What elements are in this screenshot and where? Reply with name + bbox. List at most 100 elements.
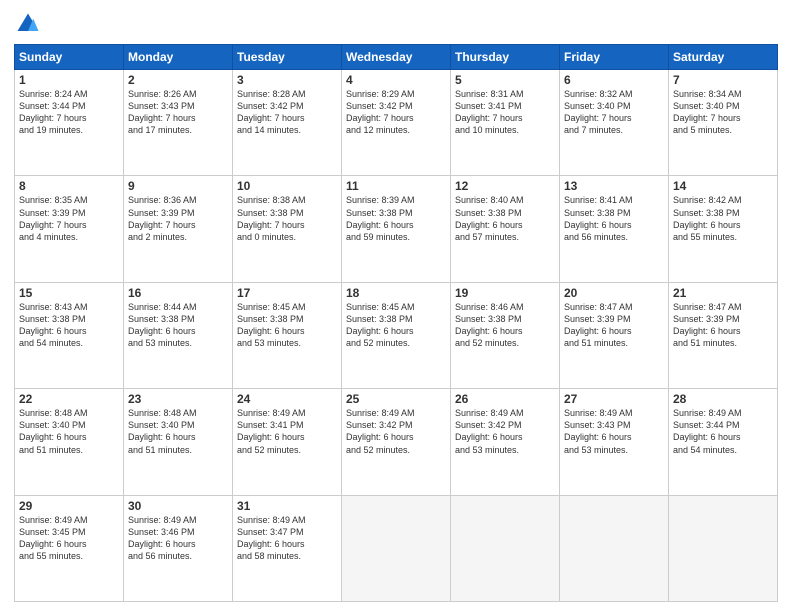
day-info: Sunrise: 8:32 AM Sunset: 3:40 PM Dayligh… xyxy=(564,88,664,137)
weekday-thursday: Thursday xyxy=(451,45,560,70)
week-row-3: 15Sunrise: 8:43 AM Sunset: 3:38 PM Dayli… xyxy=(15,282,778,388)
day-info: Sunrise: 8:41 AM Sunset: 3:38 PM Dayligh… xyxy=(564,194,664,243)
day-number: 10 xyxy=(237,179,337,193)
day-cell xyxy=(451,495,560,601)
day-cell: 18Sunrise: 8:45 AM Sunset: 3:38 PM Dayli… xyxy=(342,282,451,388)
day-number: 13 xyxy=(564,179,664,193)
week-row-5: 29Sunrise: 8:49 AM Sunset: 3:45 PM Dayli… xyxy=(15,495,778,601)
page: SundayMondayTuesdayWednesdayThursdayFrid… xyxy=(0,0,792,612)
day-cell: 7Sunrise: 8:34 AM Sunset: 3:40 PM Daylig… xyxy=(669,70,778,176)
day-info: Sunrise: 8:24 AM Sunset: 3:44 PM Dayligh… xyxy=(19,88,119,137)
day-info: Sunrise: 8:49 AM Sunset: 3:43 PM Dayligh… xyxy=(564,407,664,456)
day-number: 8 xyxy=(19,179,119,193)
day-info: Sunrise: 8:43 AM Sunset: 3:38 PM Dayligh… xyxy=(19,301,119,350)
day-number: 3 xyxy=(237,73,337,87)
day-info: Sunrise: 8:47 AM Sunset: 3:39 PM Dayligh… xyxy=(564,301,664,350)
day-info: Sunrise: 8:39 AM Sunset: 3:38 PM Dayligh… xyxy=(346,194,446,243)
day-cell xyxy=(342,495,451,601)
day-cell: 10Sunrise: 8:38 AM Sunset: 3:38 PM Dayli… xyxy=(233,176,342,282)
day-cell: 25Sunrise: 8:49 AM Sunset: 3:42 PM Dayli… xyxy=(342,389,451,495)
day-number: 4 xyxy=(346,73,446,87)
day-number: 23 xyxy=(128,392,228,406)
day-number: 5 xyxy=(455,73,555,87)
day-number: 7 xyxy=(673,73,773,87)
day-cell: 5Sunrise: 8:31 AM Sunset: 3:41 PM Daylig… xyxy=(451,70,560,176)
day-number: 1 xyxy=(19,73,119,87)
day-info: Sunrise: 8:47 AM Sunset: 3:39 PM Dayligh… xyxy=(673,301,773,350)
day-number: 6 xyxy=(564,73,664,87)
day-info: Sunrise: 8:49 AM Sunset: 3:44 PM Dayligh… xyxy=(673,407,773,456)
day-info: Sunrise: 8:45 AM Sunset: 3:38 PM Dayligh… xyxy=(346,301,446,350)
weekday-saturday: Saturday xyxy=(669,45,778,70)
day-cell: 2Sunrise: 8:26 AM Sunset: 3:43 PM Daylig… xyxy=(124,70,233,176)
day-cell: 27Sunrise: 8:49 AM Sunset: 3:43 PM Dayli… xyxy=(560,389,669,495)
day-cell: 26Sunrise: 8:49 AM Sunset: 3:42 PM Dayli… xyxy=(451,389,560,495)
day-info: Sunrise: 8:49 AM Sunset: 3:46 PM Dayligh… xyxy=(128,514,228,563)
day-cell: 8Sunrise: 8:35 AM Sunset: 3:39 PM Daylig… xyxy=(15,176,124,282)
day-info: Sunrise: 8:48 AM Sunset: 3:40 PM Dayligh… xyxy=(19,407,119,456)
day-info: Sunrise: 8:36 AM Sunset: 3:39 PM Dayligh… xyxy=(128,194,228,243)
day-number: 24 xyxy=(237,392,337,406)
day-cell: 19Sunrise: 8:46 AM Sunset: 3:38 PM Dayli… xyxy=(451,282,560,388)
day-number: 29 xyxy=(19,499,119,513)
day-cell: 20Sunrise: 8:47 AM Sunset: 3:39 PM Dayli… xyxy=(560,282,669,388)
day-info: Sunrise: 8:42 AM Sunset: 3:38 PM Dayligh… xyxy=(673,194,773,243)
day-cell: 12Sunrise: 8:40 AM Sunset: 3:38 PM Dayli… xyxy=(451,176,560,282)
day-cell: 14Sunrise: 8:42 AM Sunset: 3:38 PM Dayli… xyxy=(669,176,778,282)
day-info: Sunrise: 8:28 AM Sunset: 3:42 PM Dayligh… xyxy=(237,88,337,137)
weekday-header-row: SundayMondayTuesdayWednesdayThursdayFrid… xyxy=(15,45,778,70)
day-info: Sunrise: 8:49 AM Sunset: 3:42 PM Dayligh… xyxy=(346,407,446,456)
day-number: 14 xyxy=(673,179,773,193)
day-info: Sunrise: 8:49 AM Sunset: 3:41 PM Dayligh… xyxy=(237,407,337,456)
day-number: 31 xyxy=(237,499,337,513)
day-info: Sunrise: 8:34 AM Sunset: 3:40 PM Dayligh… xyxy=(673,88,773,137)
day-number: 21 xyxy=(673,286,773,300)
day-info: Sunrise: 8:48 AM Sunset: 3:40 PM Dayligh… xyxy=(128,407,228,456)
day-info: Sunrise: 8:40 AM Sunset: 3:38 PM Dayligh… xyxy=(455,194,555,243)
day-info: Sunrise: 8:35 AM Sunset: 3:39 PM Dayligh… xyxy=(19,194,119,243)
day-cell: 17Sunrise: 8:45 AM Sunset: 3:38 PM Dayli… xyxy=(233,282,342,388)
day-number: 2 xyxy=(128,73,228,87)
day-number: 18 xyxy=(346,286,446,300)
week-row-4: 22Sunrise: 8:48 AM Sunset: 3:40 PM Dayli… xyxy=(15,389,778,495)
week-row-1: 1Sunrise: 8:24 AM Sunset: 3:44 PM Daylig… xyxy=(15,70,778,176)
day-cell: 9Sunrise: 8:36 AM Sunset: 3:39 PM Daylig… xyxy=(124,176,233,282)
day-number: 26 xyxy=(455,392,555,406)
day-cell: 24Sunrise: 8:49 AM Sunset: 3:41 PM Dayli… xyxy=(233,389,342,495)
weekday-wednesday: Wednesday xyxy=(342,45,451,70)
day-cell: 4Sunrise: 8:29 AM Sunset: 3:42 PM Daylig… xyxy=(342,70,451,176)
logo-icon xyxy=(14,10,42,38)
day-number: 19 xyxy=(455,286,555,300)
day-number: 16 xyxy=(128,286,228,300)
day-cell: 16Sunrise: 8:44 AM Sunset: 3:38 PM Dayli… xyxy=(124,282,233,388)
day-number: 20 xyxy=(564,286,664,300)
day-info: Sunrise: 8:49 AM Sunset: 3:42 PM Dayligh… xyxy=(455,407,555,456)
day-cell: 11Sunrise: 8:39 AM Sunset: 3:38 PM Dayli… xyxy=(342,176,451,282)
calendar-table: SundayMondayTuesdayWednesdayThursdayFrid… xyxy=(14,44,778,602)
day-info: Sunrise: 8:45 AM Sunset: 3:38 PM Dayligh… xyxy=(237,301,337,350)
day-number: 17 xyxy=(237,286,337,300)
day-info: Sunrise: 8:46 AM Sunset: 3:38 PM Dayligh… xyxy=(455,301,555,350)
day-cell: 13Sunrise: 8:41 AM Sunset: 3:38 PM Dayli… xyxy=(560,176,669,282)
day-cell: 21Sunrise: 8:47 AM Sunset: 3:39 PM Dayli… xyxy=(669,282,778,388)
logo xyxy=(14,10,46,38)
day-cell: 31Sunrise: 8:49 AM Sunset: 3:47 PM Dayli… xyxy=(233,495,342,601)
day-cell: 15Sunrise: 8:43 AM Sunset: 3:38 PM Dayli… xyxy=(15,282,124,388)
day-info: Sunrise: 8:49 AM Sunset: 3:45 PM Dayligh… xyxy=(19,514,119,563)
weekday-tuesday: Tuesday xyxy=(233,45,342,70)
day-info: Sunrise: 8:38 AM Sunset: 3:38 PM Dayligh… xyxy=(237,194,337,243)
weekday-friday: Friday xyxy=(560,45,669,70)
weekday-monday: Monday xyxy=(124,45,233,70)
day-number: 25 xyxy=(346,392,446,406)
day-cell xyxy=(669,495,778,601)
day-info: Sunrise: 8:31 AM Sunset: 3:41 PM Dayligh… xyxy=(455,88,555,137)
day-number: 12 xyxy=(455,179,555,193)
day-cell: 29Sunrise: 8:49 AM Sunset: 3:45 PM Dayli… xyxy=(15,495,124,601)
day-cell: 6Sunrise: 8:32 AM Sunset: 3:40 PM Daylig… xyxy=(560,70,669,176)
weekday-sunday: Sunday xyxy=(15,45,124,70)
day-cell: 3Sunrise: 8:28 AM Sunset: 3:42 PM Daylig… xyxy=(233,70,342,176)
day-number: 11 xyxy=(346,179,446,193)
day-number: 27 xyxy=(564,392,664,406)
day-number: 22 xyxy=(19,392,119,406)
day-cell: 23Sunrise: 8:48 AM Sunset: 3:40 PM Dayli… xyxy=(124,389,233,495)
